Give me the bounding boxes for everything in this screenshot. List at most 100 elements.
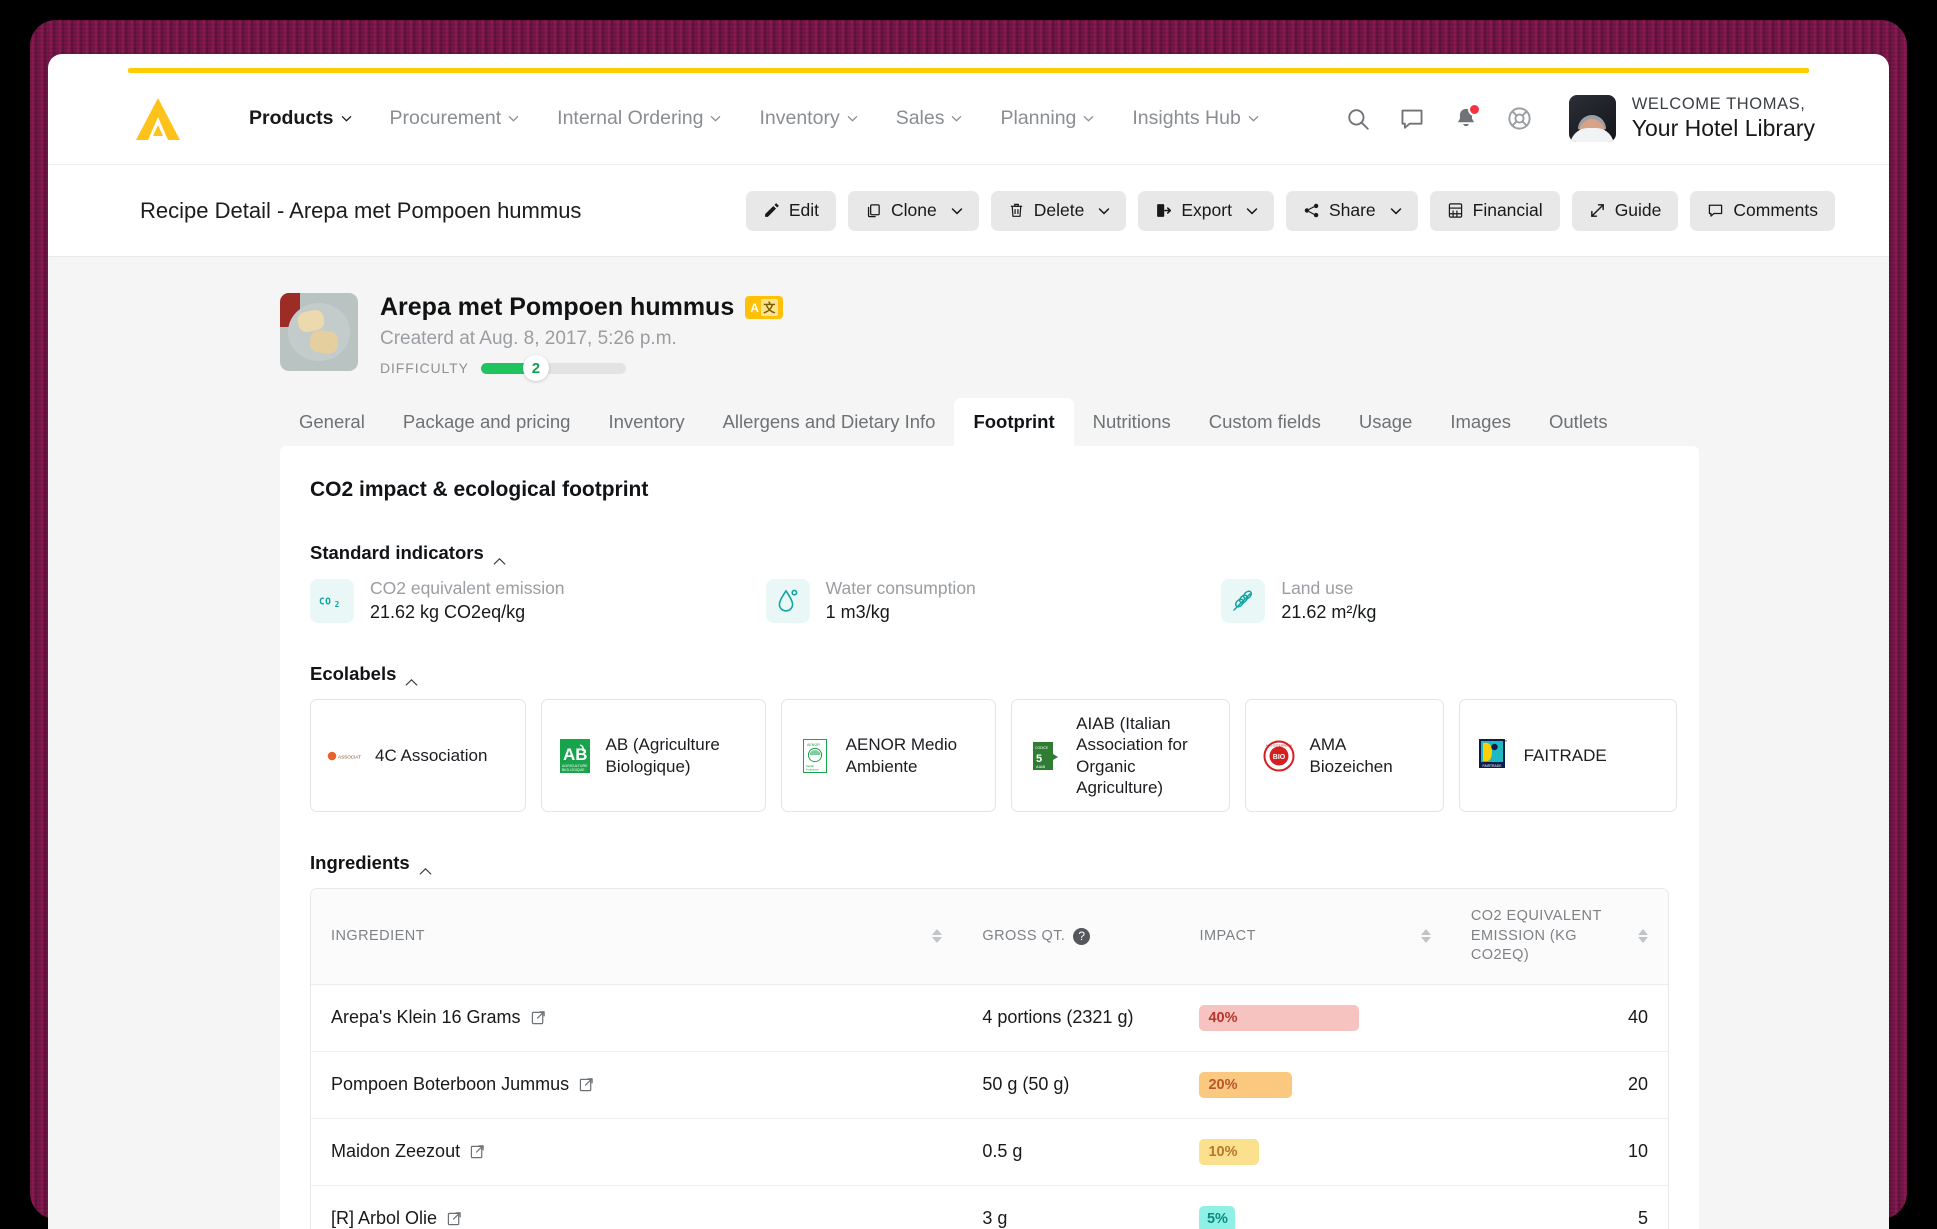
cell-gross-qt: 3 g	[962, 1185, 1179, 1229]
tab-general[interactable]: General	[280, 398, 384, 446]
welcome-org: Your Hotel Library	[1632, 115, 1815, 142]
ama-biozeichen-logo-icon: BIOAUS ÖSTERREICH	[1262, 739, 1296, 773]
tab-package-and-pricing[interactable]: Package and pricing	[384, 398, 590, 446]
help-lifebuoy-icon[interactable]	[1493, 95, 1547, 143]
table-row[interactable]: Arepa's Klein 16 Grams 4 portions (2321 …	[311, 984, 1668, 1051]
column-header-co2-equivalent-emission[interactable]: CO2 EQUIVALENT EMISSION (KG CO2EQ)	[1451, 889, 1668, 984]
tab-nutritions[interactable]: Nutritions	[1074, 398, 1190, 446]
nav-item-internal-ordering[interactable]: Internal Ordering	[538, 101, 740, 136]
column-header-gross-qt[interactable]: GROSS QT. ?	[962, 889, 1179, 984]
ecolabel-fairtrade[interactable]: FAIRTRADE* FAITRADE	[1459, 699, 1677, 812]
ecolabel-ab-agriculture-biologique[interactable]: ABAGRICULTUREBIOLOGIQUE AB (Agriculture …	[541, 699, 766, 812]
tab-footprint[interactable]: Footprint	[954, 398, 1073, 446]
svg-text:CODICE: CODICE	[1035, 746, 1049, 750]
export-button[interactable]: Export	[1138, 191, 1274, 231]
impact-bar: 40%	[1199, 1005, 1359, 1031]
chevron-up-icon	[419, 859, 432, 868]
tab-outlets[interactable]: Outlets	[1530, 398, 1627, 446]
cell-ingredient: Pompoen Boterboon Jummus	[311, 1051, 962, 1118]
tab-custom-fields[interactable]: Custom fields	[1190, 398, 1340, 446]
ecolabel-name: AB (Agriculture Biologique)	[606, 734, 749, 777]
nav-item-insights-hub[interactable]: Insights Hub	[1113, 101, 1277, 136]
share-button[interactable]: Share	[1286, 191, 1418, 231]
recipe-created-date: Createrd at Aug. 8, 2017, 5:26 p.m.	[380, 328, 783, 350]
clone-button[interactable]: Clone	[848, 191, 979, 231]
ecolabel-aiab[interactable]: CODICE5AIAB AIAB (Italian Association fo…	[1011, 699, 1229, 812]
indicator-value: 1 m3/kg	[826, 602, 976, 623]
edit-button[interactable]: Edit	[746, 191, 836, 231]
button-label: Share	[1329, 200, 1376, 221]
help-icon[interactable]: ?	[1073, 928, 1090, 945]
recipe-thumbnail	[280, 293, 358, 371]
apicbase-logo-icon[interactable]	[132, 95, 184, 143]
cell-impact: 10%	[1179, 1118, 1450, 1185]
chevron-down-icon	[1390, 205, 1401, 216]
table-row[interactable]: Maidon Zeezout 0.5 g 10% 10	[311, 1118, 1668, 1185]
external-link-icon[interactable]	[579, 1077, 594, 1092]
chat-icon[interactable]	[1385, 95, 1439, 143]
tab-images[interactable]: Images	[1431, 398, 1530, 446]
svg-text:2: 2	[335, 600, 340, 609]
indicator-label: Land use	[1281, 578, 1376, 599]
sort-icon[interactable]	[1638, 929, 1648, 943]
indicator-value: 21.62 kg CO2eq/kg	[370, 602, 565, 623]
difficulty-label: DIFFICULTY	[380, 360, 469, 376]
chevron-down-icon	[710, 113, 721, 124]
chevron-down-icon	[341, 113, 352, 124]
financial-button[interactable]: Financial	[1430, 191, 1560, 231]
nav-label: Sales	[896, 107, 945, 130]
cell-gross-qt: 50 g (50 g)	[962, 1051, 1179, 1118]
indicator-land-use: Land use 21.62 m²/kg	[1221, 578, 1677, 623]
table-row[interactable]: Pompoen Boterboon Jummus 50 g (50 g) 20%…	[311, 1051, 1668, 1118]
avatar[interactable]	[1569, 95, 1616, 142]
tab-usage[interactable]: Usage	[1340, 398, 1431, 446]
card-title: CO2 impact & ecological footprint	[310, 478, 1677, 502]
ecolabel-name: AIAB (Italian Association for Organic Ag…	[1076, 713, 1212, 798]
ingredients-header[interactable]: Ingredients	[310, 852, 1677, 874]
button-label: Guide	[1615, 200, 1662, 221]
sort-icon[interactable]	[932, 929, 942, 943]
impact-bar: 10%	[1199, 1139, 1259, 1165]
svg-text:AB: AB	[563, 745, 588, 764]
wheat-icon	[1221, 579, 1265, 623]
standard-indicators: CO2 CO2 equivalent emission 21.62 kg CO2…	[310, 578, 1677, 623]
column-label: GROSS QT.	[982, 928, 1065, 944]
chevron-up-icon	[405, 670, 418, 679]
ecolabel-aenor-medio-ambiente[interactable]: AENORMedioAmbiente AENOR Medio Ambiente	[781, 699, 997, 812]
nav-item-inventory[interactable]: Inventory	[740, 101, 876, 136]
ecolabels-header[interactable]: Ecolabels	[310, 663, 1677, 685]
indicator-label: Water consumption	[826, 578, 976, 599]
cell-ingredient: [R] Arbol Olie	[311, 1185, 962, 1229]
button-label: Financial	[1473, 200, 1543, 221]
search-icon[interactable]	[1331, 95, 1385, 143]
external-link-icon[interactable]	[470, 1144, 485, 1159]
table-row[interactable]: [R] Arbol Olie 3 g 5% 5	[311, 1185, 1668, 1229]
translation-badge[interactable]: A 文	[745, 296, 783, 319]
ecolabel-name: FAITRADE	[1524, 745, 1607, 766]
delete-button[interactable]: Delete	[991, 191, 1127, 231]
nav-label: Inventory	[759, 107, 839, 130]
svg-text:Ambiente: Ambiente	[806, 767, 819, 771]
ecolabels-list: ASSOCIATION 4C Association ABAGRICULTURE…	[310, 699, 1677, 812]
guide-button[interactable]: Guide	[1572, 191, 1679, 231]
sort-icon[interactable]	[1421, 929, 1431, 943]
cell-gross-qt: 0.5 g	[962, 1118, 1179, 1185]
indicator-water: Water consumption 1 m3/kg	[766, 578, 1222, 623]
nav-item-planning[interactable]: Planning	[981, 101, 1113, 136]
chevron-up-icon	[493, 549, 506, 558]
standard-indicators-header[interactable]: Standard indicators	[310, 542, 1677, 564]
nav-item-products[interactable]: Products	[230, 101, 371, 136]
ecolabel-4c-association[interactable]: ASSOCIATION 4C Association	[310, 699, 526, 812]
tab-allergens-and-dietary-info[interactable]: Allergens and Dietary Info	[704, 398, 955, 446]
column-label: INGREDIENT	[331, 928, 425, 944]
tab-inventory[interactable]: Inventory	[589, 398, 703, 446]
external-link-icon[interactable]	[531, 1010, 546, 1025]
notification-badge	[1468, 103, 1481, 116]
nav-item-sales[interactable]: Sales	[877, 101, 982, 136]
column-header-ingredient[interactable]: INGREDIENT	[311, 889, 962, 984]
ecolabel-ama-biozeichen[interactable]: BIOAUS ÖSTERREICH AMA Biozeichen	[1245, 699, 1444, 812]
notifications-bell-icon[interactable]	[1439, 95, 1493, 143]
column-header-impact[interactable]: IMPACT	[1179, 889, 1450, 984]
comments-button[interactable]: Comments	[1690, 191, 1835, 231]
nav-item-procurement[interactable]: Procurement	[371, 101, 539, 136]
